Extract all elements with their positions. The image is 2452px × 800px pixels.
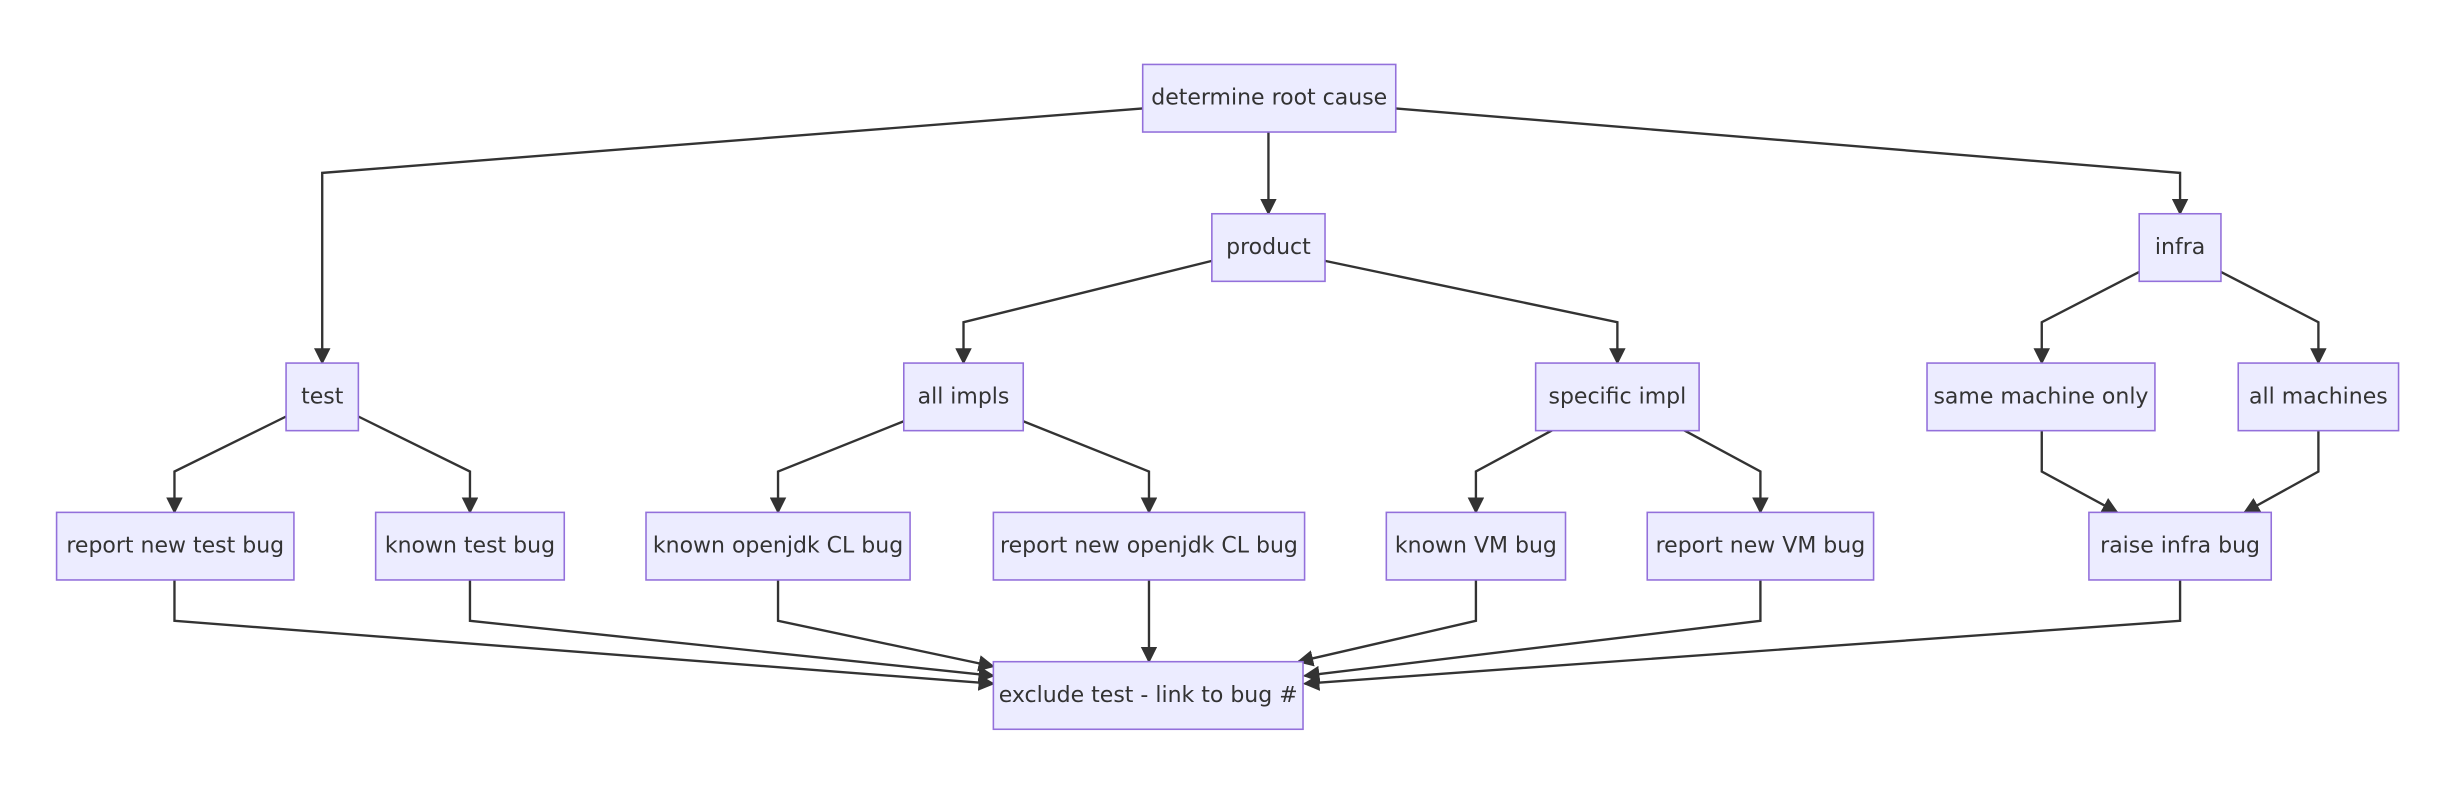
edge-knownopenjdk-exclude [776,579,995,672]
svg-text:determine root cause: determine root cause [1151,86,1387,111]
edge-infra-same [2033,270,2140,365]
edge-specific-reportvm [1681,428,1769,515]
edge-product-specificimpl [1324,259,1626,365]
node-raise-infra-bug[interactable]: raise infra bug [2088,511,2273,581]
node-same-machine-only[interactable]: same machine only [1926,362,2156,432]
edge-raiseinfra-exclude [1302,579,2182,691]
svg-text:all machines: all machines [2249,384,2388,409]
node-known-openjdk-cl-bug[interactable]: known openjdk CL bug [645,511,911,581]
edge-infra-all [2220,270,2327,365]
edge-all-raise [2243,429,2320,514]
edge-reportvm-exclude [1302,579,1762,683]
node-known-vm-bug[interactable]: known VM bug [1385,511,1567,581]
node-report-new-test-bug[interactable]: report new test bug [55,511,295,581]
edge-knownvm-exclude [1296,579,1478,667]
node-product[interactable]: product [1211,212,1326,283]
node-all-impls[interactable]: all impls [902,362,1025,432]
svg-text:raise infra bug: raise infra bug [2100,534,2260,559]
edge-same-raise [2040,429,2119,514]
svg-text:known test bug: known test bug [385,534,555,559]
svg-text:product: product [1226,235,1311,260]
svg-text:known openjdk CL bug: known openjdk CL bug [653,534,903,559]
edge-root-infra [1395,107,2189,216]
node-report-new-vm-bug[interactable]: report new VM bug [1646,511,1875,581]
node-test[interactable]: test [285,362,360,432]
flowchart: determine root cause product infra test … [55,63,2400,731]
edge-allimpls-reportopenjdk [1022,420,1158,515]
node-determine-root-cause[interactable]: determine root cause [1141,63,1397,133]
edge-knowntest-exclude [468,579,996,683]
edge-test-reportnew [166,415,287,515]
node-all-machines[interactable]: all machines [2237,362,2400,432]
svg-text:report new openjdk CL bug: report new openjdk CL bug [1000,534,1298,559]
edge-test-known [357,415,479,515]
node-infra[interactable]: infra [2138,212,2222,283]
node-report-new-openjdk-cl-bug[interactable]: report new openjdk CL bug [992,511,1306,581]
svg-text:test: test [301,384,344,409]
edge-specific-knownvm [1467,428,1556,515]
svg-text:report new test bug: report new test bug [66,534,284,559]
svg-text:specific impl: specific impl [1549,384,1687,409]
svg-text:same machine only: same machine only [1933,384,2148,409]
svg-text:all impls: all impls [918,384,1010,409]
svg-text:known VM bug: known VM bug [1395,534,1557,559]
node-exclude-test[interactable]: exclude test - link to bug # [992,660,1304,731]
node-known-test-bug[interactable]: known test bug [374,511,566,581]
svg-text:report new VM bug: report new VM bug [1656,534,1866,559]
edge-product-allimpls [955,259,1213,365]
svg-text:infra: infra [2155,235,2205,260]
node-specific-impl[interactable]: specific impl [1534,362,1700,432]
edge-allimpls-knownopenjdk [769,420,905,515]
svg-text:exclude test - link to bug #: exclude test - link to bug # [999,683,1298,708]
edge-root-test [313,107,1143,365]
